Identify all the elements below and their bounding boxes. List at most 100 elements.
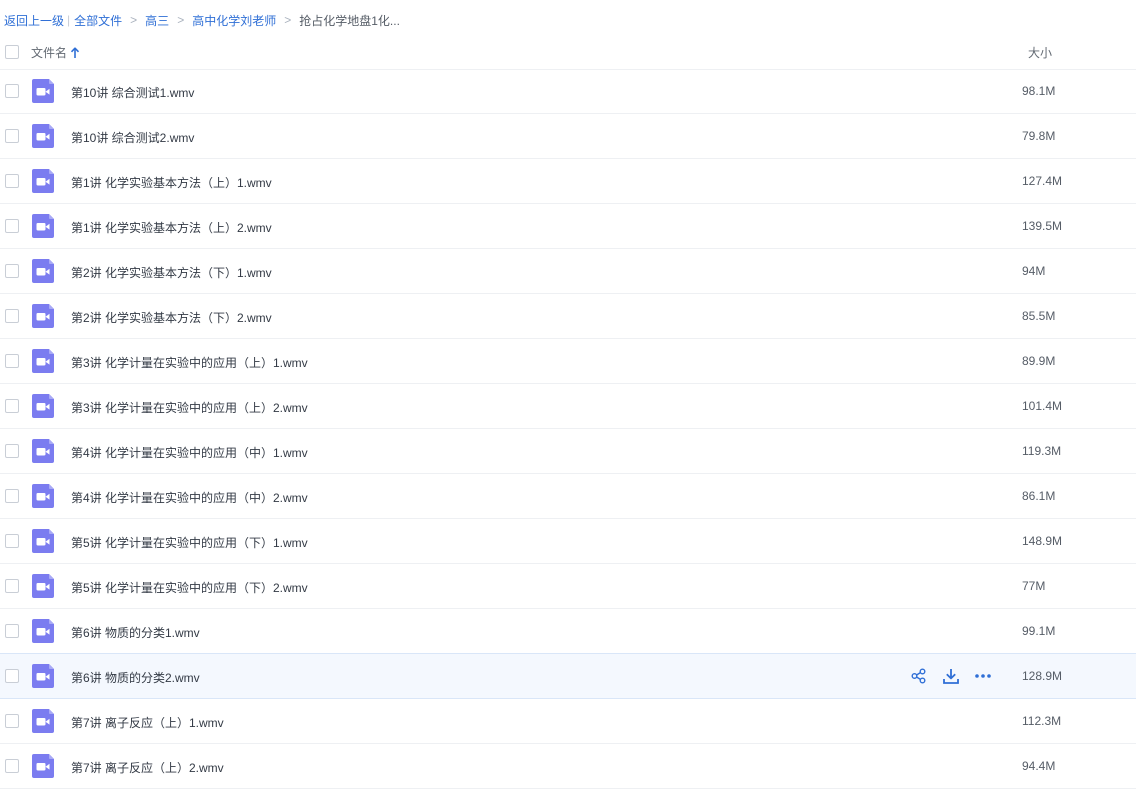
file-size: 89.9M — [1022, 354, 1056, 368]
video-file-icon — [32, 439, 55, 463]
breadcrumb-separator: > — [177, 13, 185, 27]
file-name[interactable]: 第10讲 综合测试1.wmv — [71, 84, 194, 101]
column-header-size[interactable]: 大小 — [1028, 44, 1052, 61]
row-checkbox[interactable] — [5, 399, 19, 413]
row-checkbox[interactable] — [5, 714, 19, 728]
video-file-icon — [32, 349, 55, 373]
file-size: 148.9M — [1022, 534, 1063, 548]
file-name[interactable]: 第10讲 综合测试2.wmv — [71, 129, 194, 146]
breadcrumb-grade-three[interactable]: 高三 — [145, 12, 169, 29]
download-icon[interactable] — [941, 666, 961, 686]
video-file-icon — [32, 529, 55, 553]
video-file-icon — [32, 79, 55, 103]
video-file-icon — [32, 304, 55, 328]
video-file-icon — [32, 664, 55, 688]
video-file-icon — [32, 394, 55, 418]
file-list: 第10讲 综合测试1.wmv 98.1M 第10讲 综合测试2.wmv 79.8… — [0, 69, 1136, 789]
file-size: 94M — [1022, 264, 1046, 278]
file-row[interactable]: 第2讲 化学实验基本方法（下）2.wmv 85.5M — [0, 294, 1136, 339]
file-row[interactable]: 第2讲 化学实验基本方法（下）1.wmv 94M — [0, 249, 1136, 294]
row-checkbox[interactable] — [5, 174, 19, 188]
row-checkbox[interactable] — [5, 129, 19, 143]
row-checkbox[interactable] — [5, 489, 19, 503]
file-size: 128.9M — [1022, 669, 1063, 683]
file-row[interactable]: 第4讲 化学计量在实验中的应用（中）2.wmv 86.1M — [0, 474, 1136, 519]
file-size: 86.1M — [1022, 489, 1056, 503]
file-name[interactable]: 第4讲 化学计量在实验中的应用（中）2.wmv — [71, 489, 308, 506]
video-file-icon — [32, 124, 55, 148]
file-size: 101.4M — [1022, 399, 1063, 413]
breadcrumb-divider: | — [67, 13, 71, 27]
row-checkbox[interactable] — [5, 759, 19, 773]
share-icon[interactable] — [909, 666, 929, 686]
breadcrumb: 返回上一级 | 全部文件 > 高三 > 高中化学刘老师 > 抢占化学地盘1化..… — [4, 10, 400, 30]
file-row[interactable]: 第1讲 化学实验基本方法（上）1.wmv 127.4M — [0, 159, 1136, 204]
row-checkbox[interactable] — [5, 219, 19, 233]
file-size: 139.5M — [1022, 219, 1063, 233]
file-name[interactable]: 第7讲 离子反应（上）2.wmv — [71, 759, 224, 776]
file-row[interactable]: 第5讲 化学计量在实验中的应用（下）1.wmv 148.9M — [0, 519, 1136, 564]
row-checkbox[interactable] — [5, 264, 19, 278]
row-checkbox[interactable] — [5, 354, 19, 368]
file-size: 94.4M — [1022, 759, 1056, 773]
file-name[interactable]: 第1讲 化学实验基本方法（上）1.wmv — [71, 174, 272, 191]
breadcrumb-current-folder: 抢占化学地盘1化... — [299, 13, 400, 28]
file-name[interactable]: 第5讲 化学计量在实验中的应用（下）2.wmv — [71, 579, 308, 596]
video-file-icon — [32, 754, 55, 778]
breadcrumb-separator: > — [130, 13, 138, 27]
file-size: 85.5M — [1022, 309, 1056, 323]
video-file-icon — [32, 574, 55, 598]
row-actions — [909, 666, 993, 686]
row-checkbox[interactable] — [5, 669, 19, 683]
file-row[interactable]: 第6讲 物质的分类2.wmv 128.9M — [0, 653, 1136, 699]
file-row[interactable]: 第4讲 化学计量在实验中的应用（中）1.wmv 119.3M — [0, 429, 1136, 474]
file-size: 79.8M — [1022, 129, 1056, 143]
file-size: 98.1M — [1022, 84, 1056, 98]
file-row[interactable]: 第7讲 离子反应（上）2.wmv 94.4M — [0, 744, 1136, 789]
row-checkbox[interactable] — [5, 579, 19, 593]
file-row[interactable]: 第7讲 离子反应（上）1.wmv 112.3M — [0, 699, 1136, 744]
file-size: 127.4M — [1022, 174, 1063, 188]
file-list-header: 文件名 大小 — [0, 36, 1136, 70]
column-name-label: 文件名 — [31, 46, 68, 60]
file-name[interactable]: 第5讲 化学计量在实验中的应用（下）1.wmv — [71, 534, 308, 551]
file-row[interactable]: 第6讲 物质的分类1.wmv 99.1M — [0, 609, 1136, 654]
sort-ascending-icon[interactable] — [70, 46, 80, 59]
row-checkbox[interactable] — [5, 444, 19, 458]
video-file-icon — [32, 259, 55, 283]
file-row[interactable]: 第10讲 综合测试2.wmv 79.8M — [0, 114, 1136, 159]
file-size: 119.3M — [1022, 444, 1062, 458]
breadcrumb-all-files[interactable]: 全部文件 — [74, 12, 122, 29]
file-name[interactable]: 第2讲 化学实验基本方法（下）1.wmv — [71, 264, 272, 281]
more-options-icon[interactable] — [973, 666, 993, 686]
file-name[interactable]: 第1讲 化学实验基本方法（上）2.wmv — [71, 219, 272, 236]
row-checkbox[interactable] — [5, 534, 19, 548]
video-file-icon — [32, 619, 55, 643]
file-name[interactable]: 第7讲 离子反应（上）1.wmv — [71, 714, 224, 731]
column-header-name[interactable]: 文件名 — [31, 44, 80, 61]
file-size: 99.1M — [1022, 624, 1056, 638]
back-link[interactable]: 返回上一级 — [4, 12, 64, 29]
select-all-checkbox[interactable] — [5, 45, 19, 59]
file-row[interactable]: 第3讲 化学计量在实验中的应用（上）2.wmv 101.4M — [0, 384, 1136, 429]
file-row[interactable]: 第3讲 化学计量在实验中的应用（上）1.wmv 89.9M — [0, 339, 1136, 384]
video-file-icon — [32, 709, 55, 733]
file-row[interactable]: 第5讲 化学计量在实验中的应用（下）2.wmv 77M — [0, 564, 1136, 609]
file-size: 112.3M — [1022, 714, 1062, 728]
file-name[interactable]: 第6讲 物质的分类1.wmv — [71, 624, 200, 641]
breadcrumb-teacher-folder[interactable]: 高中化学刘老师 — [192, 12, 276, 29]
row-checkbox[interactable] — [5, 84, 19, 98]
breadcrumb-separator: > — [284, 13, 292, 27]
row-checkbox[interactable] — [5, 624, 19, 638]
file-name[interactable]: 第3讲 化学计量在实验中的应用（上）1.wmv — [71, 354, 308, 371]
file-row[interactable]: 第1讲 化学实验基本方法（上）2.wmv 139.5M — [0, 204, 1136, 249]
row-checkbox[interactable] — [5, 309, 19, 323]
video-file-icon — [32, 169, 55, 193]
file-name[interactable]: 第6讲 物质的分类2.wmv — [71, 669, 200, 686]
file-size: 77M — [1022, 579, 1046, 593]
file-name[interactable]: 第4讲 化学计量在实验中的应用（中）1.wmv — [71, 444, 308, 461]
file-name[interactable]: 第3讲 化学计量在实验中的应用（上）2.wmv — [71, 399, 308, 416]
video-file-icon — [32, 484, 55, 508]
file-name[interactable]: 第2讲 化学实验基本方法（下）2.wmv — [71, 309, 272, 326]
file-row[interactable]: 第10讲 综合测试1.wmv 98.1M — [0, 69, 1136, 114]
